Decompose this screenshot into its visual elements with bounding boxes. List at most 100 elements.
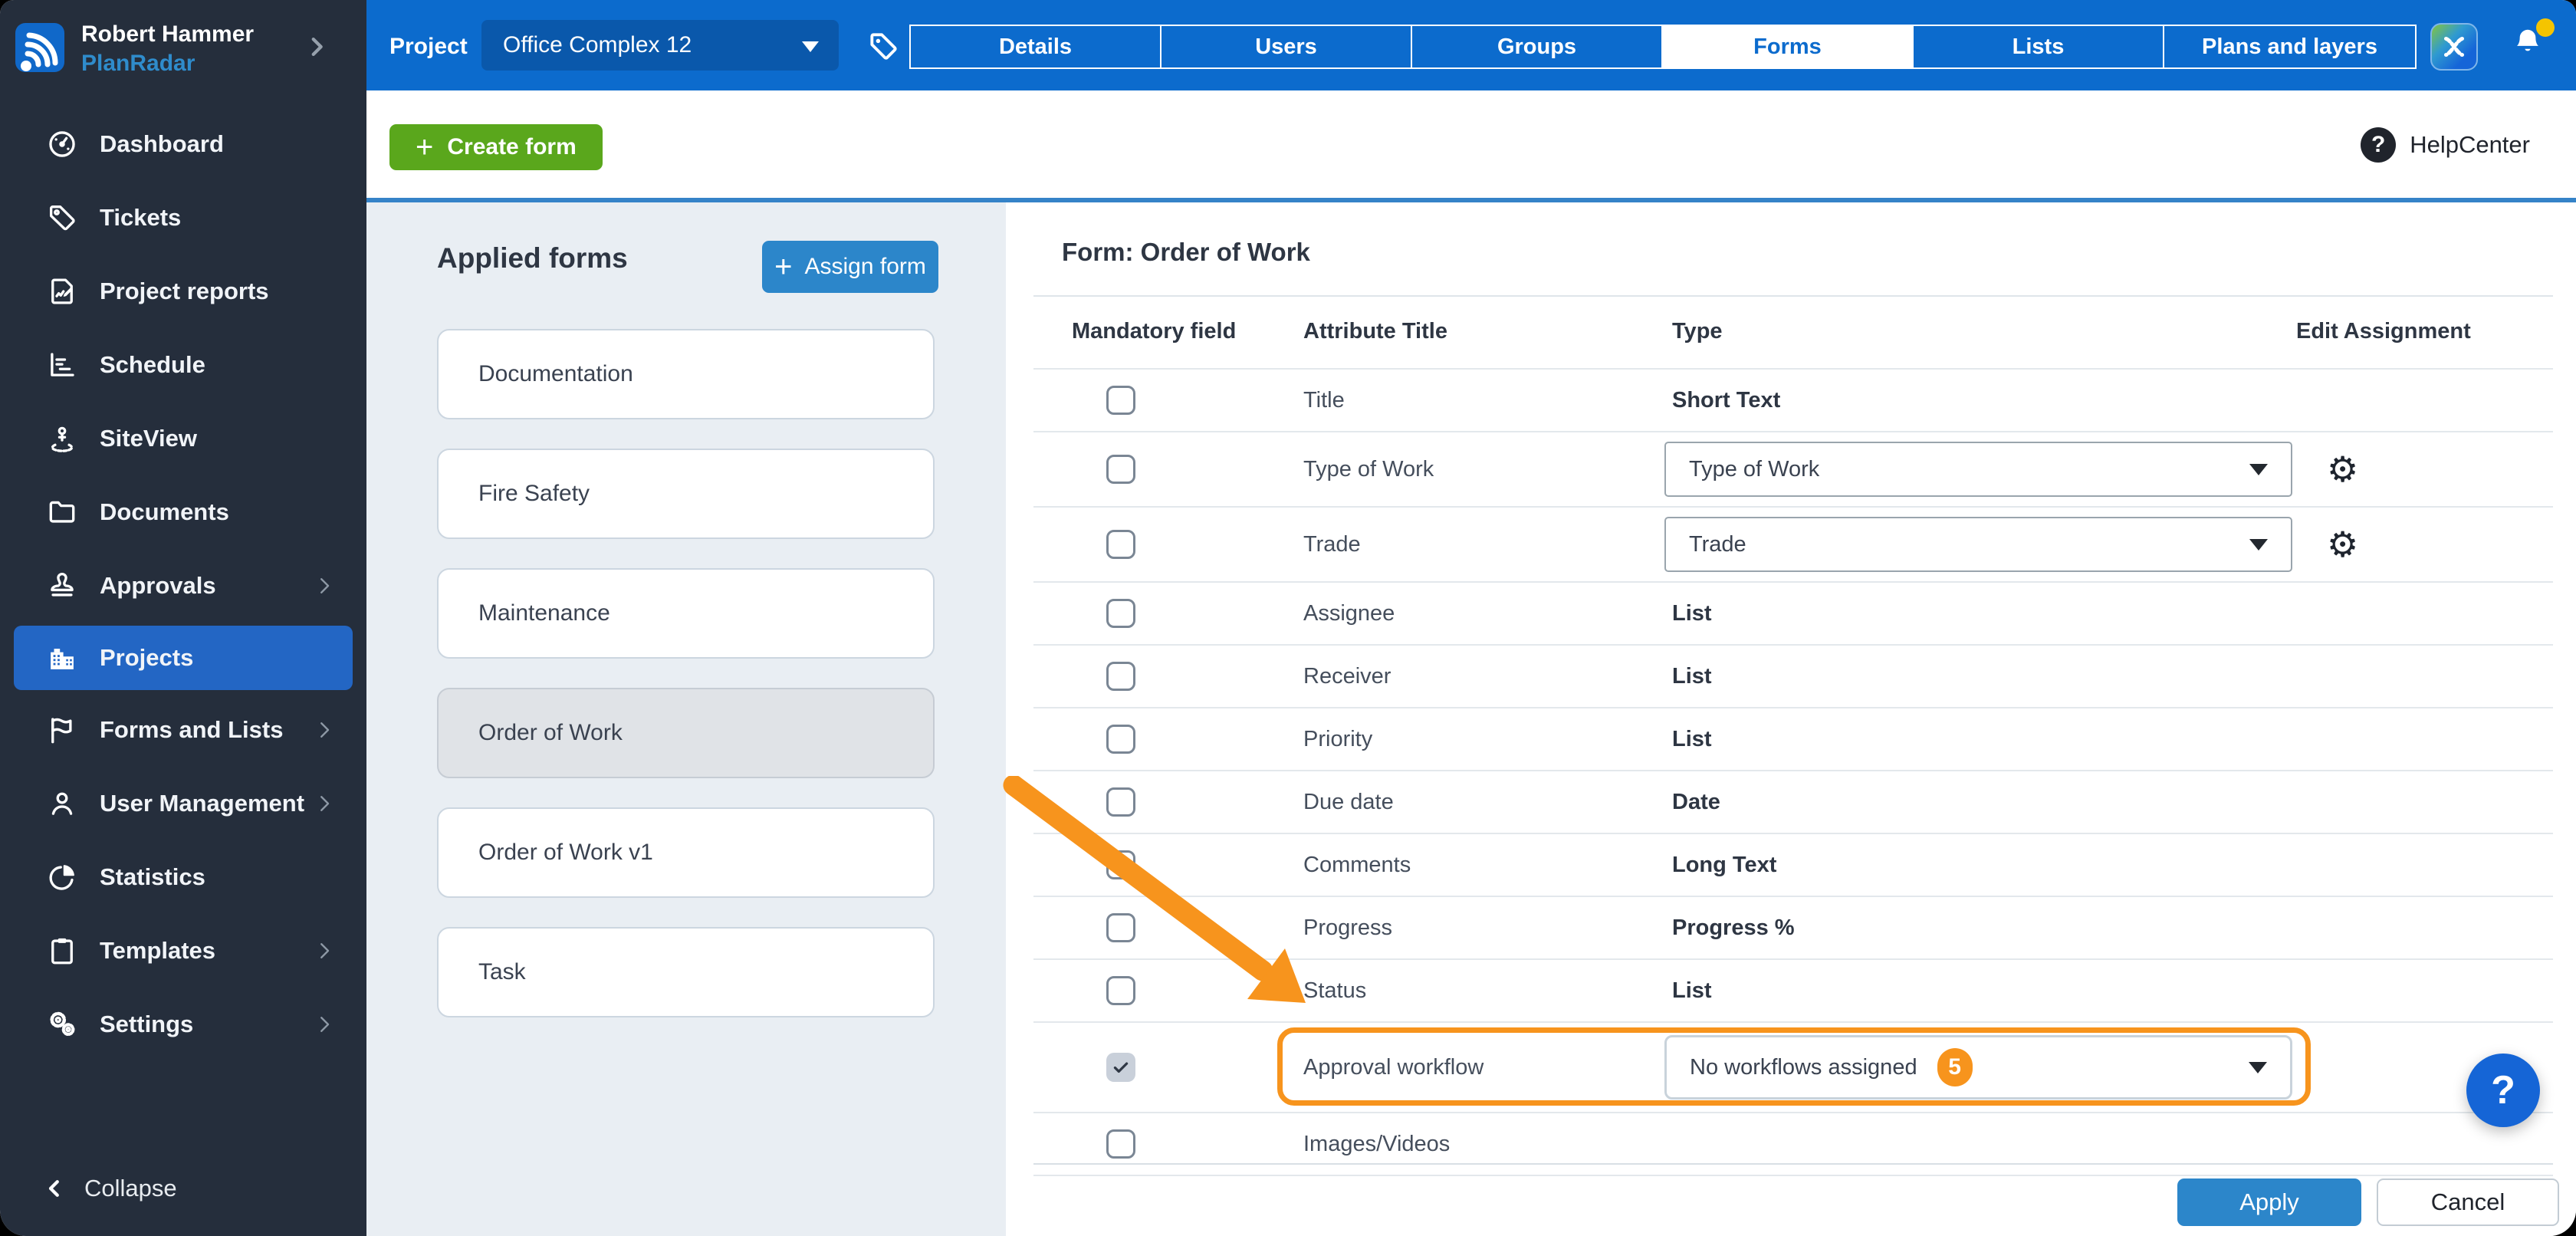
approval-workflow-dropdown[interactable]: No workflows assigned5 bbox=[1664, 1035, 2292, 1100]
attribute-type: List bbox=[1664, 601, 1712, 626]
form-card-label: Order of Work v1 bbox=[478, 840, 653, 866]
footer-divider bbox=[1033, 1163, 2553, 1165]
sidebar-item-dashboard[interactable]: Dashboard bbox=[0, 107, 366, 181]
sidebar-item-project-reports[interactable]: Project reports bbox=[0, 255, 366, 328]
attribute-title: Trade bbox=[1303, 532, 1361, 557]
table-row-approval-workflow: Approval workflowNo workflows assigned5 bbox=[1033, 1023, 2553, 1113]
account-header[interactable]: Robert Hammer PlanRadar bbox=[0, 0, 366, 100]
tab-label: Users bbox=[1255, 35, 1317, 60]
form-card-order-of-work[interactable]: Order of Work bbox=[437, 688, 935, 778]
sidebar-item-statistics[interactable]: Statistics bbox=[0, 840, 366, 914]
mandatory-checkbox[interactable] bbox=[1106, 662, 1135, 691]
topbar: Project Office Complex 12 Details Users Gr… bbox=[366, 0, 2576, 90]
table-body: TitleShort TextType of WorkType of Work⚙… bbox=[1033, 370, 2553, 1176]
gear-icon[interactable]: ⚙ bbox=[2296, 524, 2358, 565]
table-row-progress: ProgressProgress % bbox=[1033, 897, 2553, 960]
sidebar-item-label: Projects bbox=[100, 644, 193, 672]
applied-forms-title: Applied forms bbox=[437, 242, 628, 274]
helpcenter-button[interactable]: ? HelpCenter bbox=[2361, 127, 2530, 163]
siteview-icon bbox=[46, 422, 78, 455]
tab-plans-and-layers[interactable]: Plans and layers bbox=[2164, 26, 2415, 67]
sidebar-item-tickets[interactable]: Tickets bbox=[0, 181, 366, 255]
sidebar-item-settings[interactable]: Settings bbox=[0, 988, 366, 1061]
sidebar-item-templates[interactable]: Templates bbox=[0, 914, 366, 988]
applied-forms-panel: Applied forms + Assign form Documentatio… bbox=[366, 202, 1006, 1236]
mandatory-checkbox[interactable] bbox=[1106, 976, 1135, 1005]
attribute-title: Due date bbox=[1303, 790, 1394, 814]
form-title: Form: Order of Work bbox=[1062, 238, 1310, 267]
mandatory-checkbox[interactable] bbox=[1106, 1129, 1135, 1159]
form-card-label: Order of Work bbox=[478, 720, 623, 746]
type-of-work-dropdown[interactable]: Type of Work bbox=[1664, 442, 2292, 497]
assign-form-button[interactable]: + Assign form bbox=[762, 241, 938, 293]
form-card-label: Fire Safety bbox=[478, 481, 590, 507]
sidebar-collapse-button[interactable]: Collapse bbox=[43, 1175, 177, 1202]
sidebar-item-schedule[interactable]: Schedule bbox=[0, 328, 366, 402]
attribute-title: Receiver bbox=[1303, 664, 1391, 689]
user-icon bbox=[46, 787, 78, 820]
tab-label: Forms bbox=[1753, 35, 1822, 60]
sidebar-item-label: User Management bbox=[100, 790, 304, 817]
attributes-table: Mandatory field Attribute Title Type Edi… bbox=[1033, 295, 2553, 1176]
apply-button[interactable]: Apply bbox=[2177, 1178, 2361, 1226]
form-card-documentation[interactable]: Documentation bbox=[437, 329, 935, 419]
mandatory-checkbox[interactable] bbox=[1106, 1053, 1135, 1082]
form-card-label: Maintenance bbox=[478, 600, 610, 626]
tab-users[interactable]: Users bbox=[1162, 26, 1412, 67]
attribute-type bbox=[1664, 1132, 1672, 1156]
account-chevron-right-icon[interactable] bbox=[304, 34, 330, 60]
mandatory-checkbox[interactable] bbox=[1106, 530, 1135, 559]
dropdown-value: No workflows assigned bbox=[1690, 1055, 1917, 1080]
mandatory-checkbox[interactable] bbox=[1106, 455, 1135, 484]
gear-icon[interactable]: ⚙ bbox=[2296, 449, 2358, 490]
mandatory-checkbox[interactable] bbox=[1106, 850, 1135, 879]
attribute-title: Status bbox=[1303, 978, 1366, 1003]
form-card-maintenance[interactable]: Maintenance bbox=[437, 568, 935, 659]
mandatory-checkbox[interactable] bbox=[1106, 599, 1135, 628]
sidebar-item-label: Statistics bbox=[100, 863, 205, 891]
mandatory-checkbox[interactable] bbox=[1106, 913, 1135, 942]
sidebar-item-label: Documents bbox=[100, 498, 229, 526]
table-row-priority: PriorityList bbox=[1033, 708, 2553, 771]
create-form-button[interactable]: + Create form bbox=[389, 124, 603, 170]
app-switcher-icon[interactable] bbox=[2430, 23, 2478, 71]
tab-label: Lists bbox=[2013, 35, 2065, 60]
mandatory-checkbox[interactable] bbox=[1106, 386, 1135, 415]
floating-help-button[interactable]: ? bbox=[2466, 1054, 2540, 1127]
mandatory-checkbox[interactable] bbox=[1106, 725, 1135, 754]
table-header: Mandatory field Attribute Title Type Edi… bbox=[1033, 295, 2553, 370]
form-card-fire-safety[interactable]: Fire Safety bbox=[437, 449, 935, 539]
sidebar-item-label: Project reports bbox=[100, 278, 269, 305]
attribute-title: Progress bbox=[1303, 915, 1392, 940]
collapse-label: Collapse bbox=[84, 1175, 177, 1202]
attribute-title: Comments bbox=[1303, 853, 1411, 877]
planradar-app: Robert Hammer PlanRadar DashboardTickets… bbox=[0, 0, 2576, 1236]
table-row-title: TitleShort Text bbox=[1033, 370, 2553, 432]
tab-forms[interactable]: Forms bbox=[1663, 26, 1914, 67]
project-select[interactable]: Office Complex 12 bbox=[481, 20, 839, 71]
project-label: Project bbox=[389, 34, 468, 60]
form-card-task[interactable]: Task bbox=[437, 927, 935, 1017]
ticket-icon bbox=[46, 202, 78, 234]
tab-lists[interactable]: Lists bbox=[1914, 26, 2164, 67]
sidebar-item-siteview[interactable]: SiteView bbox=[0, 402, 366, 475]
assign-form-label: Assign form bbox=[804, 254, 925, 280]
tab-groups[interactable]: Groups bbox=[1412, 26, 1663, 67]
tag-icon[interactable] bbox=[866, 29, 900, 63]
trade-dropdown[interactable]: Trade bbox=[1664, 517, 2292, 572]
sidebar-item-projects[interactable]: Projects bbox=[14, 626, 353, 690]
col-mandatory: Mandatory field bbox=[1033, 319, 1303, 344]
cancel-button[interactable]: Cancel bbox=[2377, 1178, 2559, 1226]
chevron-down-icon bbox=[2249, 464, 2268, 475]
sidebar-item-documents[interactable]: Documents bbox=[0, 475, 366, 549]
mandatory-checkbox[interactable] bbox=[1106, 787, 1135, 817]
sidebar-item-label: Settings bbox=[100, 1011, 193, 1038]
chevron-down-icon bbox=[2249, 1062, 2267, 1073]
attribute-type: List bbox=[1664, 664, 1712, 689]
sidebar-item-forms-and-lists[interactable]: Forms and Lists bbox=[0, 693, 366, 767]
form-card-order-of-work-v1[interactable]: Order of Work v1 bbox=[437, 807, 935, 898]
sidebar-item-approvals[interactable]: Approvals bbox=[0, 549, 366, 623]
sidebar-item-user-management[interactable]: User Management bbox=[0, 767, 366, 840]
tab-details[interactable]: Details bbox=[911, 26, 1162, 67]
chevron-right-icon bbox=[313, 1013, 336, 1036]
